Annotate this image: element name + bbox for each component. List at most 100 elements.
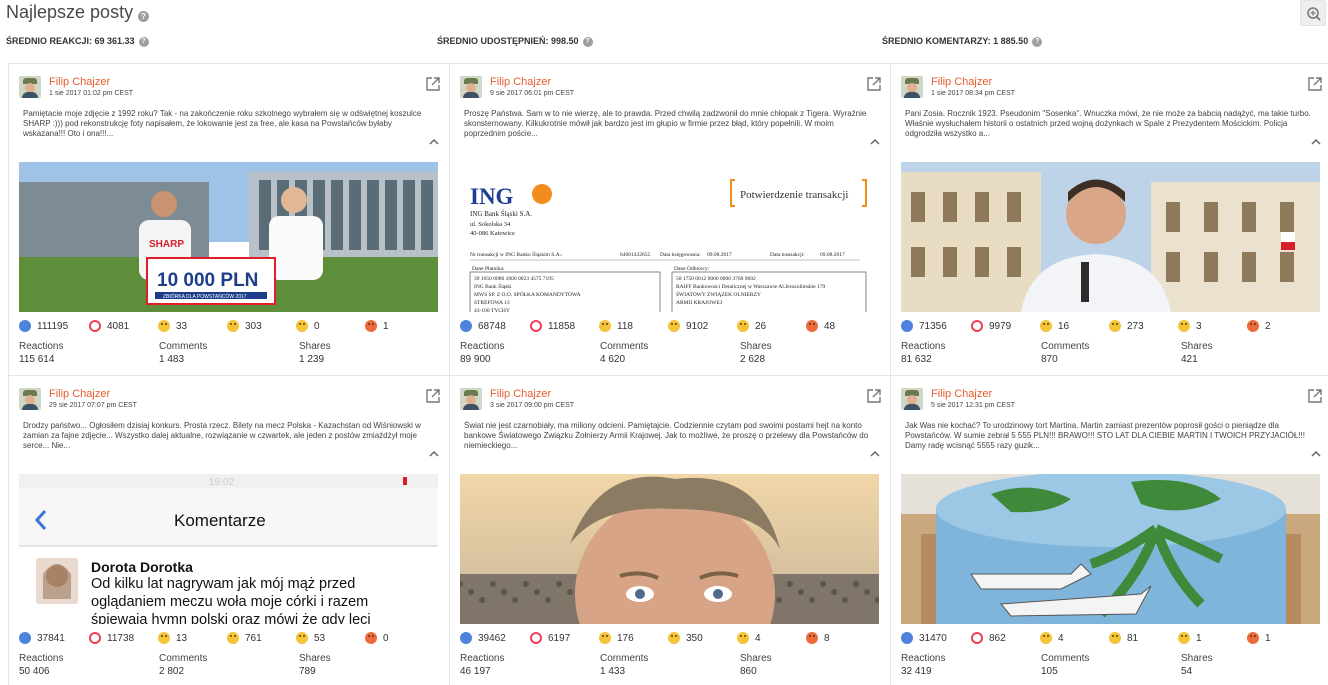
comments-label: Comments (159, 341, 208, 352)
sad-count: 26 (737, 320, 766, 332)
haha-count: 4 (1040, 632, 1064, 644)
angry-icon (1247, 320, 1259, 332)
post-image[interactable]: 19:02 Komentarze Dorota Dorotka Od kilku… (19, 474, 438, 624)
avg-comments-label: ŚREDNIO KOMENTARZY: 1 885.50 (882, 36, 1029, 46)
shares-total: Shares 2 628 (740, 340, 772, 366)
comments-value: 4 620 (600, 354, 626, 365)
haha-icon (599, 320, 611, 332)
angry-count: 2 (1247, 320, 1271, 332)
avg-reactions-label: ŚREDNIO REAKCJI: 69 361.33 (6, 36, 135, 46)
post-date: 29 sie 2017 07:07 pm CEST (49, 402, 137, 409)
external-link-icon[interactable] (866, 76, 882, 92)
post-date: 1 sie 2017 01:02 pm CEST (49, 90, 134, 97)
reactions-total: Reactions 46 197 (460, 652, 504, 678)
post-date: 3 sie 2017 09:00 pm CEST (490, 402, 575, 409)
post-text: Jak Was nie kochać? To urodzinowy tort M… (905, 421, 1305, 450)
help-icon[interactable]: ? (1032, 36, 1043, 47)
shares-value: 789 (299, 666, 316, 677)
author-name[interactable]: Filip Chajzer (49, 76, 110, 88)
external-link-icon[interactable] (866, 388, 882, 404)
author-name[interactable]: Filip Chajzer (931, 76, 992, 88)
ing-logo: ING (470, 184, 514, 209)
haha-icon (599, 632, 611, 644)
post-text: Świat nie jest czarnobiały, ma miliony o… (464, 421, 869, 450)
love-icon (530, 320, 542, 332)
comments-value: 1 483 (159, 354, 185, 365)
love-icon (530, 632, 542, 644)
wow-icon (227, 632, 239, 644)
sad-icon (296, 632, 308, 644)
help-icon[interactable]: ? (138, 11, 149, 22)
like-icon (460, 632, 472, 644)
reactions-value: 81 632 (901, 354, 932, 365)
like-count: 111195 (19, 320, 68, 332)
document-line: MWS SP. Z O.O. SPÓŁKA KOMANDYTOWA (474, 290, 581, 298)
wow-icon (227, 320, 239, 332)
avatar[interactable] (19, 388, 41, 410)
commenter-name: Dorota Dorotka (91, 559, 193, 575)
love-icon (89, 320, 101, 332)
avatar[interactable] (460, 76, 482, 98)
post-image[interactable] (901, 474, 1320, 624)
help-icon[interactable]: ? (138, 36, 149, 47)
shares-value: 1 239 (299, 354, 325, 365)
document-heading: Potwierdzenie transakcji (740, 189, 848, 201)
angry-icon (806, 632, 818, 644)
help-icon[interactable]: ? (582, 36, 593, 47)
chevron-up-icon[interactable] (870, 138, 880, 146)
external-link-icon[interactable] (1307, 388, 1323, 404)
shares-total: Shares 789 (299, 652, 331, 678)
chevron-up-icon[interactable] (1311, 450, 1321, 458)
post-image[interactable]: ING ING Bank Śląski S.A. ul. Sokolska 34… (460, 162, 879, 312)
like-count: 71356 (901, 320, 947, 332)
chevron-up-icon[interactable] (429, 138, 439, 146)
external-link-icon[interactable] (1307, 76, 1323, 92)
sad-icon (1178, 320, 1190, 332)
angry-count: 0 (365, 632, 389, 644)
haha-icon (1040, 632, 1052, 644)
post-image[interactable]: SHARP 10 000 PLN ZBIÓRKA DLA POWSTAŃCÓW … (19, 162, 438, 312)
chevron-up-icon[interactable] (429, 450, 439, 458)
avatar[interactable] (901, 76, 923, 98)
sad-count: 53 (296, 632, 325, 644)
comments-total: Comments 105 (1041, 652, 1089, 678)
document-line: 09.08.2017 (820, 252, 845, 258)
like-count: 37841 (19, 632, 65, 644)
document-line: Nr transakcji w ING Banku Śląskim S.A.: (470, 250, 563, 258)
post-card: Filip Chajzer 3 sie 2017 09:00 pm CEST Ś… (449, 376, 890, 685)
chevron-up-icon[interactable] (870, 450, 880, 458)
chevron-up-icon[interactable] (1311, 138, 1321, 146)
reactions-label: Reactions (901, 653, 946, 664)
reactions-label: Reactions (901, 341, 946, 352)
shares-value: 2 628 (740, 354, 766, 365)
post-card: Filip Chajzer 5 sie 2017 12:31 pm CEST J… (890, 376, 1328, 685)
wow-count: 81 (1109, 632, 1138, 644)
avatar[interactable] (460, 388, 482, 410)
shares-value: 421 (1181, 354, 1198, 365)
author-name[interactable]: Filip Chajzer (49, 388, 110, 400)
sad-icon (737, 632, 749, 644)
payee-label: Dane Odbiorcy: (674, 266, 710, 272)
angry-icon (806, 320, 818, 332)
author-name[interactable]: Filip Chajzer (931, 388, 992, 400)
zoom-button[interactable] (1300, 0, 1326, 26)
comments-label: Comments (159, 653, 208, 664)
post-image[interactable] (901, 162, 1320, 312)
avg-reactions-stat: ŚREDNIO REAKCJI: 69 361.33? (6, 36, 149, 47)
avatar[interactable] (901, 388, 923, 410)
external-link-icon[interactable] (425, 76, 441, 92)
haha-count: 176 (599, 632, 634, 644)
author-name[interactable]: Filip Chajzer (490, 76, 551, 88)
post-image[interactable] (460, 474, 879, 624)
haha-count: 118 (599, 320, 633, 332)
external-link-icon[interactable] (425, 388, 441, 404)
shares-total: Shares 421 (1181, 340, 1213, 366)
phone-clock: 19:02 (209, 477, 234, 488)
reaction-counts: 37841 11738 13 761 53 0 (19, 632, 439, 646)
comments-label: Comments (1041, 653, 1090, 664)
author-name[interactable]: Filip Chajzer (490, 388, 551, 400)
comments-value: 1 433 (600, 666, 626, 677)
love-icon (971, 632, 983, 644)
avatar[interactable] (19, 76, 41, 98)
love-count: 9979 (971, 320, 1011, 332)
